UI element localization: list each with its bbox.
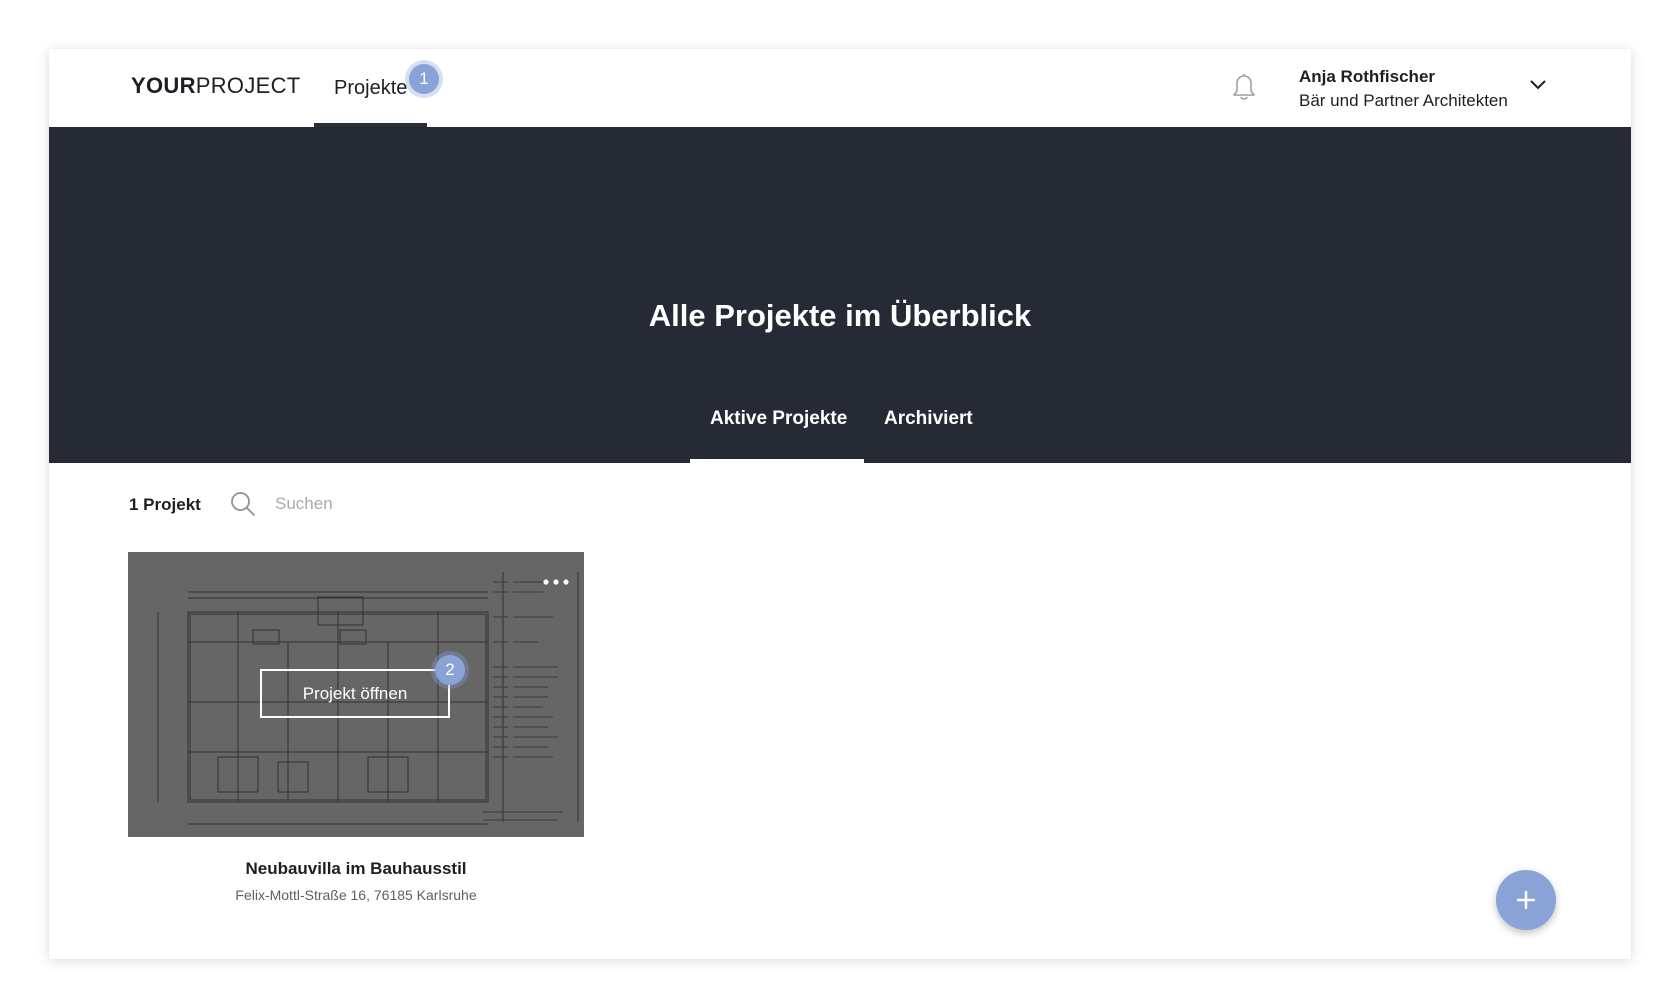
hero-banner: Alle Projekte im Überblick Aktive Projek… [49, 127, 1631, 463]
project-thumbnail[interactable]: Projekt öffnen 2 [128, 552, 584, 837]
user-menu[interactable]: Anja Rothfischer Bär und Partner Archite… [1299, 65, 1508, 113]
nav-item-projekte[interactable]: Projekte 1 [314, 49, 439, 127]
tab-aktive-projekte[interactable]: Aktive Projekte [690, 387, 864, 463]
user-company: Bär und Partner Architekten [1299, 91, 1508, 110]
page-title: Alle Projekte im Überblick [648, 298, 1032, 333]
logo-light: PROJECT [195, 73, 301, 98]
tab-label: Archiviert [884, 408, 973, 429]
project-count: 1 Projekt [129, 495, 201, 514]
top-bar: YOURPROJECT Projekte 1 Anja Rothfischer … [49, 49, 1631, 127]
bell-icon[interactable] [1231, 73, 1257, 103]
search-input[interactable] [271, 489, 479, 519]
tab-label: Aktive Projekte [710, 408, 848, 429]
open-project-button[interactable]: Projekt öffnen [260, 669, 450, 718]
step-badge: 1 [409, 64, 439, 94]
project-card[interactable]: Projekt öffnen 2 Neubauvilla im Bauhauss… [128, 552, 584, 912]
app-window: YOURPROJECT Projekte 1 Anja Rothfischer … [49, 49, 1631, 959]
search-icon[interactable] [229, 490, 257, 518]
add-project-button[interactable] [1496, 870, 1556, 930]
project-title[interactable]: Neubauvilla im Bauhausstil [128, 859, 584, 879]
logo[interactable]: YOURPROJECT [131, 73, 301, 99]
user-name: Anja Rothfischer [1299, 67, 1436, 86]
step-badge: 2 [435, 655, 465, 685]
nav-item-label: Projekte [334, 77, 408, 99]
tab-archiviert[interactable]: Archiviert [884, 387, 984, 463]
chevron-down-icon[interactable] [1529, 79, 1547, 91]
more-horizontal-icon[interactable] [541, 570, 571, 594]
plus-icon [1516, 890, 1536, 910]
logo-bold: YOUR [131, 73, 196, 98]
tab-active-indicator [690, 459, 864, 463]
project-address: Felix-Mottl-Straße 16, 76185 Karlsruhe [235, 887, 477, 903]
